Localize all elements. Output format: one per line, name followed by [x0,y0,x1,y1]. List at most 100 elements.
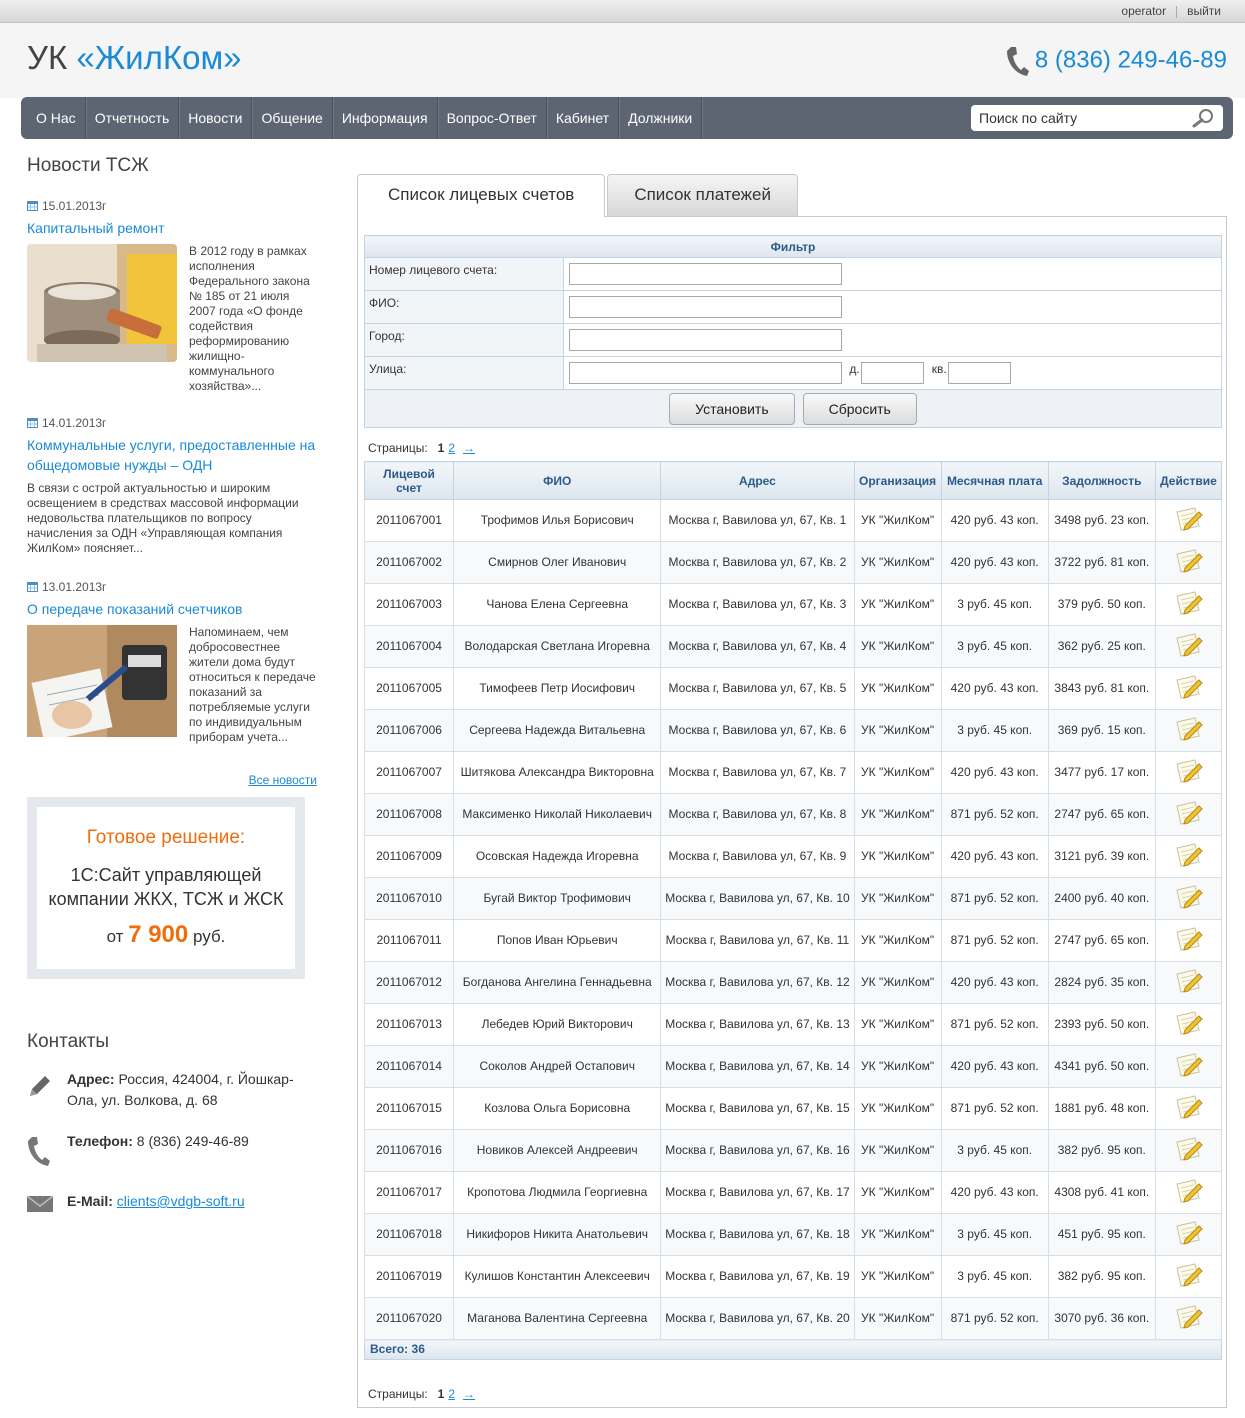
search-input[interactable] [971,105,1181,131]
action-cell [1154,835,1223,878]
edit-icon[interactable] [1173,968,1204,997]
edit-icon[interactable] [1173,674,1204,703]
table-cell: 2393 руб. 50 коп. [1047,1003,1156,1046]
apply-filter-button[interactable]: Установить [669,392,795,425]
search-icon[interactable] [1191,108,1217,128]
fio-input[interactable] [569,296,842,318]
promo-banner[interactable]: Готовое решение: 1С:Сайт управляющей ком… [27,797,305,979]
table-row[interactable]: 2011067002 Смирнов Олег Иванович Москва г,… [363,541,1223,584]
username-link[interactable]: operator [1121,4,1166,18]
news-thumbnail-paint[interactable] [27,244,177,362]
nav-item[interactable]: Кабинет [547,97,620,139]
table-row[interactable]: 2011067006 Сергеева Надежда Витальевна Мос… [363,709,1223,752]
edit-icon[interactable] [1173,1220,1204,1249]
nav-item[interactable]: Новости [179,97,253,139]
flat-input[interactable] [947,362,1011,384]
edit-icon[interactable] [1173,1304,1204,1333]
table-row[interactable]: 2011067018 Никифоров Никита Анатольевич Мо… [363,1213,1223,1256]
column-header[interactable]: Действие [1154,461,1223,500]
news-thumbnail-meter[interactable] [27,625,177,737]
nav-item[interactable]: Общение [252,97,333,139]
edit-icon[interactable] [1173,1136,1204,1165]
column-header[interactable]: Задолжность [1047,461,1156,500]
edit-icon[interactable] [1173,758,1204,787]
edit-icon[interactable] [1173,590,1204,619]
all-news-link[interactable]: Все новости [249,773,317,787]
nav-item[interactable]: Вопрос-Ответ [438,97,547,139]
edit-icon[interactable] [1173,884,1204,913]
table-cell: 2011067015 [363,1087,455,1130]
flat-label: кв. [931,362,947,376]
header-phone-number[interactable]: 8 (836) 249-46-89 [1035,46,1227,73]
edit-icon[interactable] [1173,548,1204,577]
table-header-row: Лицевой счет ФИО Адрес Организация Месячная … [363,461,1223,500]
table-cell: 420 руб. 43 коп. [940,835,1049,878]
filter-form: Фильтр Номер лицевого счета: ФИО: Город:… [364,235,1222,428]
edit-icon[interactable] [1173,1010,1204,1039]
table-row[interactable]: 2011067008 Максименко Николай Николаевич М… [363,793,1223,836]
table-row[interactable]: 2011067003 Чанова Елена Сергеевна Москва г… [363,583,1223,626]
email-link[interactable]: clients@vdgb-soft.ru [117,1193,245,1209]
table-row[interactable]: 2011067010 Бугай Виктор Трофимович Москва … [363,877,1223,920]
table-row[interactable]: 2011067016 Новиков Алексей Андреевич Москв… [363,1129,1223,1172]
edit-icon[interactable] [1173,632,1204,661]
reset-filter-button[interactable]: Сбросить [802,392,917,425]
column-header[interactable]: Месячная плата [940,461,1049,500]
table-row[interactable]: 2011067005 Тимофеев Петр Иосифович Москва … [363,667,1223,710]
tab-payments[interactable]: Список платежей [607,174,798,216]
pencil-icon [30,1076,50,1096]
edit-icon[interactable] [1173,506,1204,535]
edit-icon[interactable] [1173,842,1204,871]
table-row[interactable]: 2011067011 Попов Иван Юрьевич Москва г, Ва… [363,919,1223,962]
column-header[interactable]: Организация [853,461,942,500]
logout-link[interactable]: выйти [1187,4,1221,18]
edit-icon[interactable] [1173,1178,1204,1207]
pager-bottom: Страницы: 1 2 → [368,1387,483,1401]
street-input[interactable] [569,362,842,384]
pager-page-2[interactable]: 2 [448,441,455,455]
table-row[interactable]: 2011067017 Кропотова Людмила Георгиевна Мо… [363,1171,1223,1214]
news-title-link[interactable]: Коммунальные услуги, предоставленные на … [27,435,317,475]
column-header[interactable]: Лицевой счет [363,461,455,500]
column-header[interactable]: Адрес [660,461,855,500]
pager-page-2[interactable]: 2 [448,1387,455,1401]
table-row[interactable]: 2011067020 Маганова Валентина Сергеевна Мо… [363,1297,1223,1340]
account-input[interactable] [569,263,842,285]
tab-accounts[interactable]: Список лицевых счетов [357,174,606,217]
nav-item[interactable]: Должники [619,97,703,139]
column-header[interactable]: ФИО [453,461,662,500]
table-cell: Москва г, Вавилова ул, 67, Кв. 17 [660,1171,855,1214]
site-logo[interactable]: УК «ЖилКом» [27,39,242,77]
action-cell [1154,1255,1223,1298]
table-row[interactable]: 2011067001 Трофимов Илья Борисович Москва … [363,499,1223,542]
nav-item[interactable]: О Нас [21,97,86,139]
table-row[interactable]: 2011067009 Осовская Надежда Игоревна Москв… [363,835,1223,878]
nav-item[interactable]: Отчетность [86,97,180,139]
table-cell: 3722 руб. 81 коп. [1047,541,1156,584]
table-cell: Шитякова Александра Викторовна [453,751,662,794]
table-row[interactable]: 2011067013 Лебедев Юрий Викторович Москва … [363,1003,1223,1046]
table-row[interactable]: 2011067015 Козлова Ольга Борисовна Москва … [363,1087,1223,1130]
edit-icon[interactable] [1173,1262,1204,1291]
city-input[interactable] [569,329,842,351]
edit-icon[interactable] [1173,926,1204,955]
table-row[interactable]: 2011067004 Володарская Светлана Игоревна М… [363,625,1223,668]
news-title-link[interactable]: О передаче показаний счетчиков [27,599,317,619]
table-cell: 2747 руб. 65 коп. [1047,919,1156,962]
table-row[interactable]: 2011067019 Кулишов Константин Алексеевич М… [363,1255,1223,1298]
house-input[interactable] [861,362,925,384]
nav-item[interactable]: Информация [333,97,438,139]
news-heading: Новости ТСЖ [27,155,149,176]
table-row[interactable]: 2011067007 Шитякова Александра Викторовна… [363,751,1223,794]
table-row[interactable]: 2011067014 Соколов Андрей Остапович Москва… [363,1045,1223,1088]
edit-icon[interactable] [1173,1052,1204,1081]
news-title-link[interactable]: Капитальный ремонт [27,218,317,238]
pager-next-arrow[interactable]: → [463,1387,475,1401]
table-cell: 2011067019 [363,1255,455,1298]
edit-icon[interactable] [1173,1094,1204,1123]
pager-next-arrow[interactable]: → [463,441,475,455]
edit-icon[interactable] [1173,716,1204,745]
edit-icon[interactable] [1173,800,1204,829]
table-row[interactable]: 2011067012 Богданова Ангелина Геннадьевна… [363,961,1223,1004]
table-cell: 2011067018 [363,1213,455,1256]
